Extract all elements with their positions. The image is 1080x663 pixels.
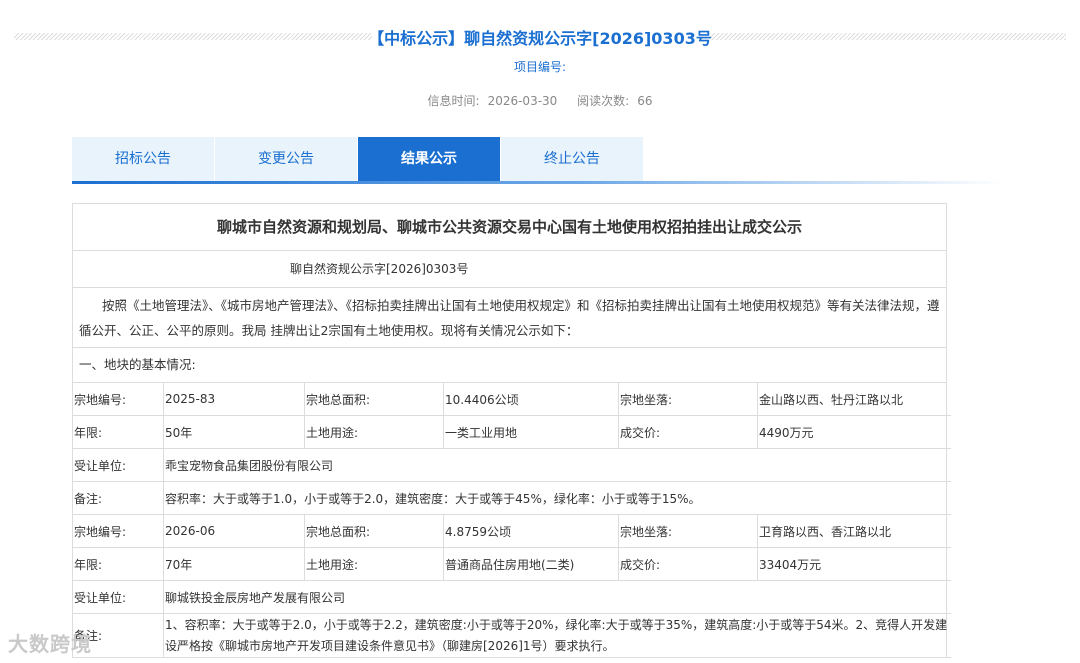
table-row: 年限: 70年 土地用途: 普通商品住房用地(二类) 成交价: 33404万元	[73, 547, 951, 581]
location-label: 宗地坐落:	[618, 383, 758, 416]
read-count-label: 阅读次数:	[577, 94, 630, 108]
tab-change-notice[interactable]: 变更公告	[215, 137, 357, 181]
total-area-label: 宗地总面积:	[304, 383, 444, 416]
announcement-document: 聊城市自然资源和规划局、聊城市公共资源交易中心国有土地使用权招拍挂出让成交公示 …	[72, 203, 951, 658]
tab-result-notice[interactable]: 结果公示	[358, 137, 500, 181]
remark-value: 容积率：大于或等于1.0，小于或等于2.0，建筑密度：大于或等于45%，绿化率：…	[163, 481, 951, 515]
project-number-label: 项目编号:	[513, 60, 567, 74]
section-heading: 一、地块的基本情况:	[73, 348, 946, 383]
assignee-label: 受让单位:	[73, 448, 164, 482]
table-row: 受让单位: 乖宝宠物食品集团股份有限公司	[73, 448, 951, 482]
parcel-no-label: 宗地编号:	[73, 514, 164, 548]
land-use-value: 一类工业用地	[443, 415, 619, 449]
page-title: 【中标公示】聊自然资规公示字[2026]0303号	[368, 29, 712, 48]
watermark-logo: 大数跨境	[8, 632, 92, 656]
table-row: 备注: 1、容积率：大于或等于2.0，小于或等于2.2，建筑密度:小于或等于20…	[73, 613, 951, 658]
total-area-value: 4.8759公顷	[443, 514, 619, 548]
remark-value: 1、容积率：大于或等于2.0，小于或等于2.2，建筑密度:小于或等于20%，绿化…	[163, 613, 951, 658]
assignee-value: 乖宝宠物食品集团股份有限公司	[163, 448, 951, 482]
assignee-value: 聊城铁投金辰房地产发展有限公司	[163, 580, 951, 614]
location-value: 卫育路以西、香江路以北	[757, 514, 951, 548]
land-use-label: 土地用途:	[304, 547, 444, 581]
remark-label: 备注:	[73, 481, 164, 515]
parcel-no-label: 宗地编号:	[73, 383, 164, 416]
price-value: 33404万元	[757, 547, 951, 581]
table-row: 宗地编号: 2025-83 宗地总面积: 10.4406公顷 宗地坐落: 金山路…	[73, 383, 951, 416]
tab-underline	[72, 181, 1006, 184]
table-row: 宗地编号: 2026-06 宗地总面积: 4.8759公顷 宗地坐落: 卫育路以…	[73, 514, 951, 548]
term-value: 50年	[163, 415, 305, 449]
assignee-label: 受让单位:	[73, 580, 164, 614]
notice-tabs: 招标公告 变更公告 结果公示 终止公告	[72, 137, 644, 181]
parcel-no-value: 2026-06	[163, 514, 305, 548]
price-label: 成交价:	[618, 547, 758, 581]
price-label: 成交价:	[618, 415, 758, 449]
term-value: 70年	[163, 547, 305, 581]
document-number: 聊自然资规公示字[2026]0303号	[73, 251, 946, 288]
term-label: 年限:	[73, 547, 164, 581]
parcel-no-value: 2025-83	[163, 383, 305, 416]
term-label: 年限:	[73, 415, 164, 449]
intro-paragraph: 按照《土地管理法》、《城市房地产管理法》、《招标拍卖挂牌出让国有土地使用权规定》…	[73, 288, 946, 348]
location-label: 宗地坐落:	[618, 514, 758, 548]
table-row: 年限: 50年 土地用途: 一类工业用地 成交价: 4490万元	[73, 415, 951, 449]
info-bar: 信息时间: 2026-03-30 阅读次数: 66	[0, 92, 1080, 109]
parcel-table: 宗地编号: 2025-83 宗地总面积: 10.4406公顷 宗地坐落: 金山路…	[73, 383, 951, 658]
price-value: 4490万元	[757, 415, 951, 449]
tab-termination-notice[interactable]: 终止公告	[501, 137, 643, 181]
project-number: 项目编号:	[0, 58, 1080, 75]
total-area-label: 宗地总面积:	[304, 514, 444, 548]
info-time-label: 信息时间:	[427, 94, 480, 108]
read-count: 66	[637, 94, 653, 108]
info-time: 2026-03-30	[487, 94, 558, 108]
land-use-label: 土地用途:	[304, 415, 444, 449]
land-use-value: 普通商品住房用地(二类)	[443, 547, 619, 581]
table-row: 受让单位: 聊城铁投金辰房地产发展有限公司	[73, 580, 951, 614]
location-value: 金山路以西、牡丹江路以北	[757, 383, 951, 416]
document-title: 聊城市自然资源和规划局、聊城市公共资源交易中心国有土地使用权招拍挂出让成交公示	[73, 204, 946, 251]
tab-tender-notice[interactable]: 招标公告	[72, 137, 214, 181]
total-area-value: 10.4406公顷	[443, 383, 619, 416]
table-row: 备注: 容积率：大于或等于1.0，小于或等于2.0，建筑密度：大于或等于45%，…	[73, 481, 951, 515]
